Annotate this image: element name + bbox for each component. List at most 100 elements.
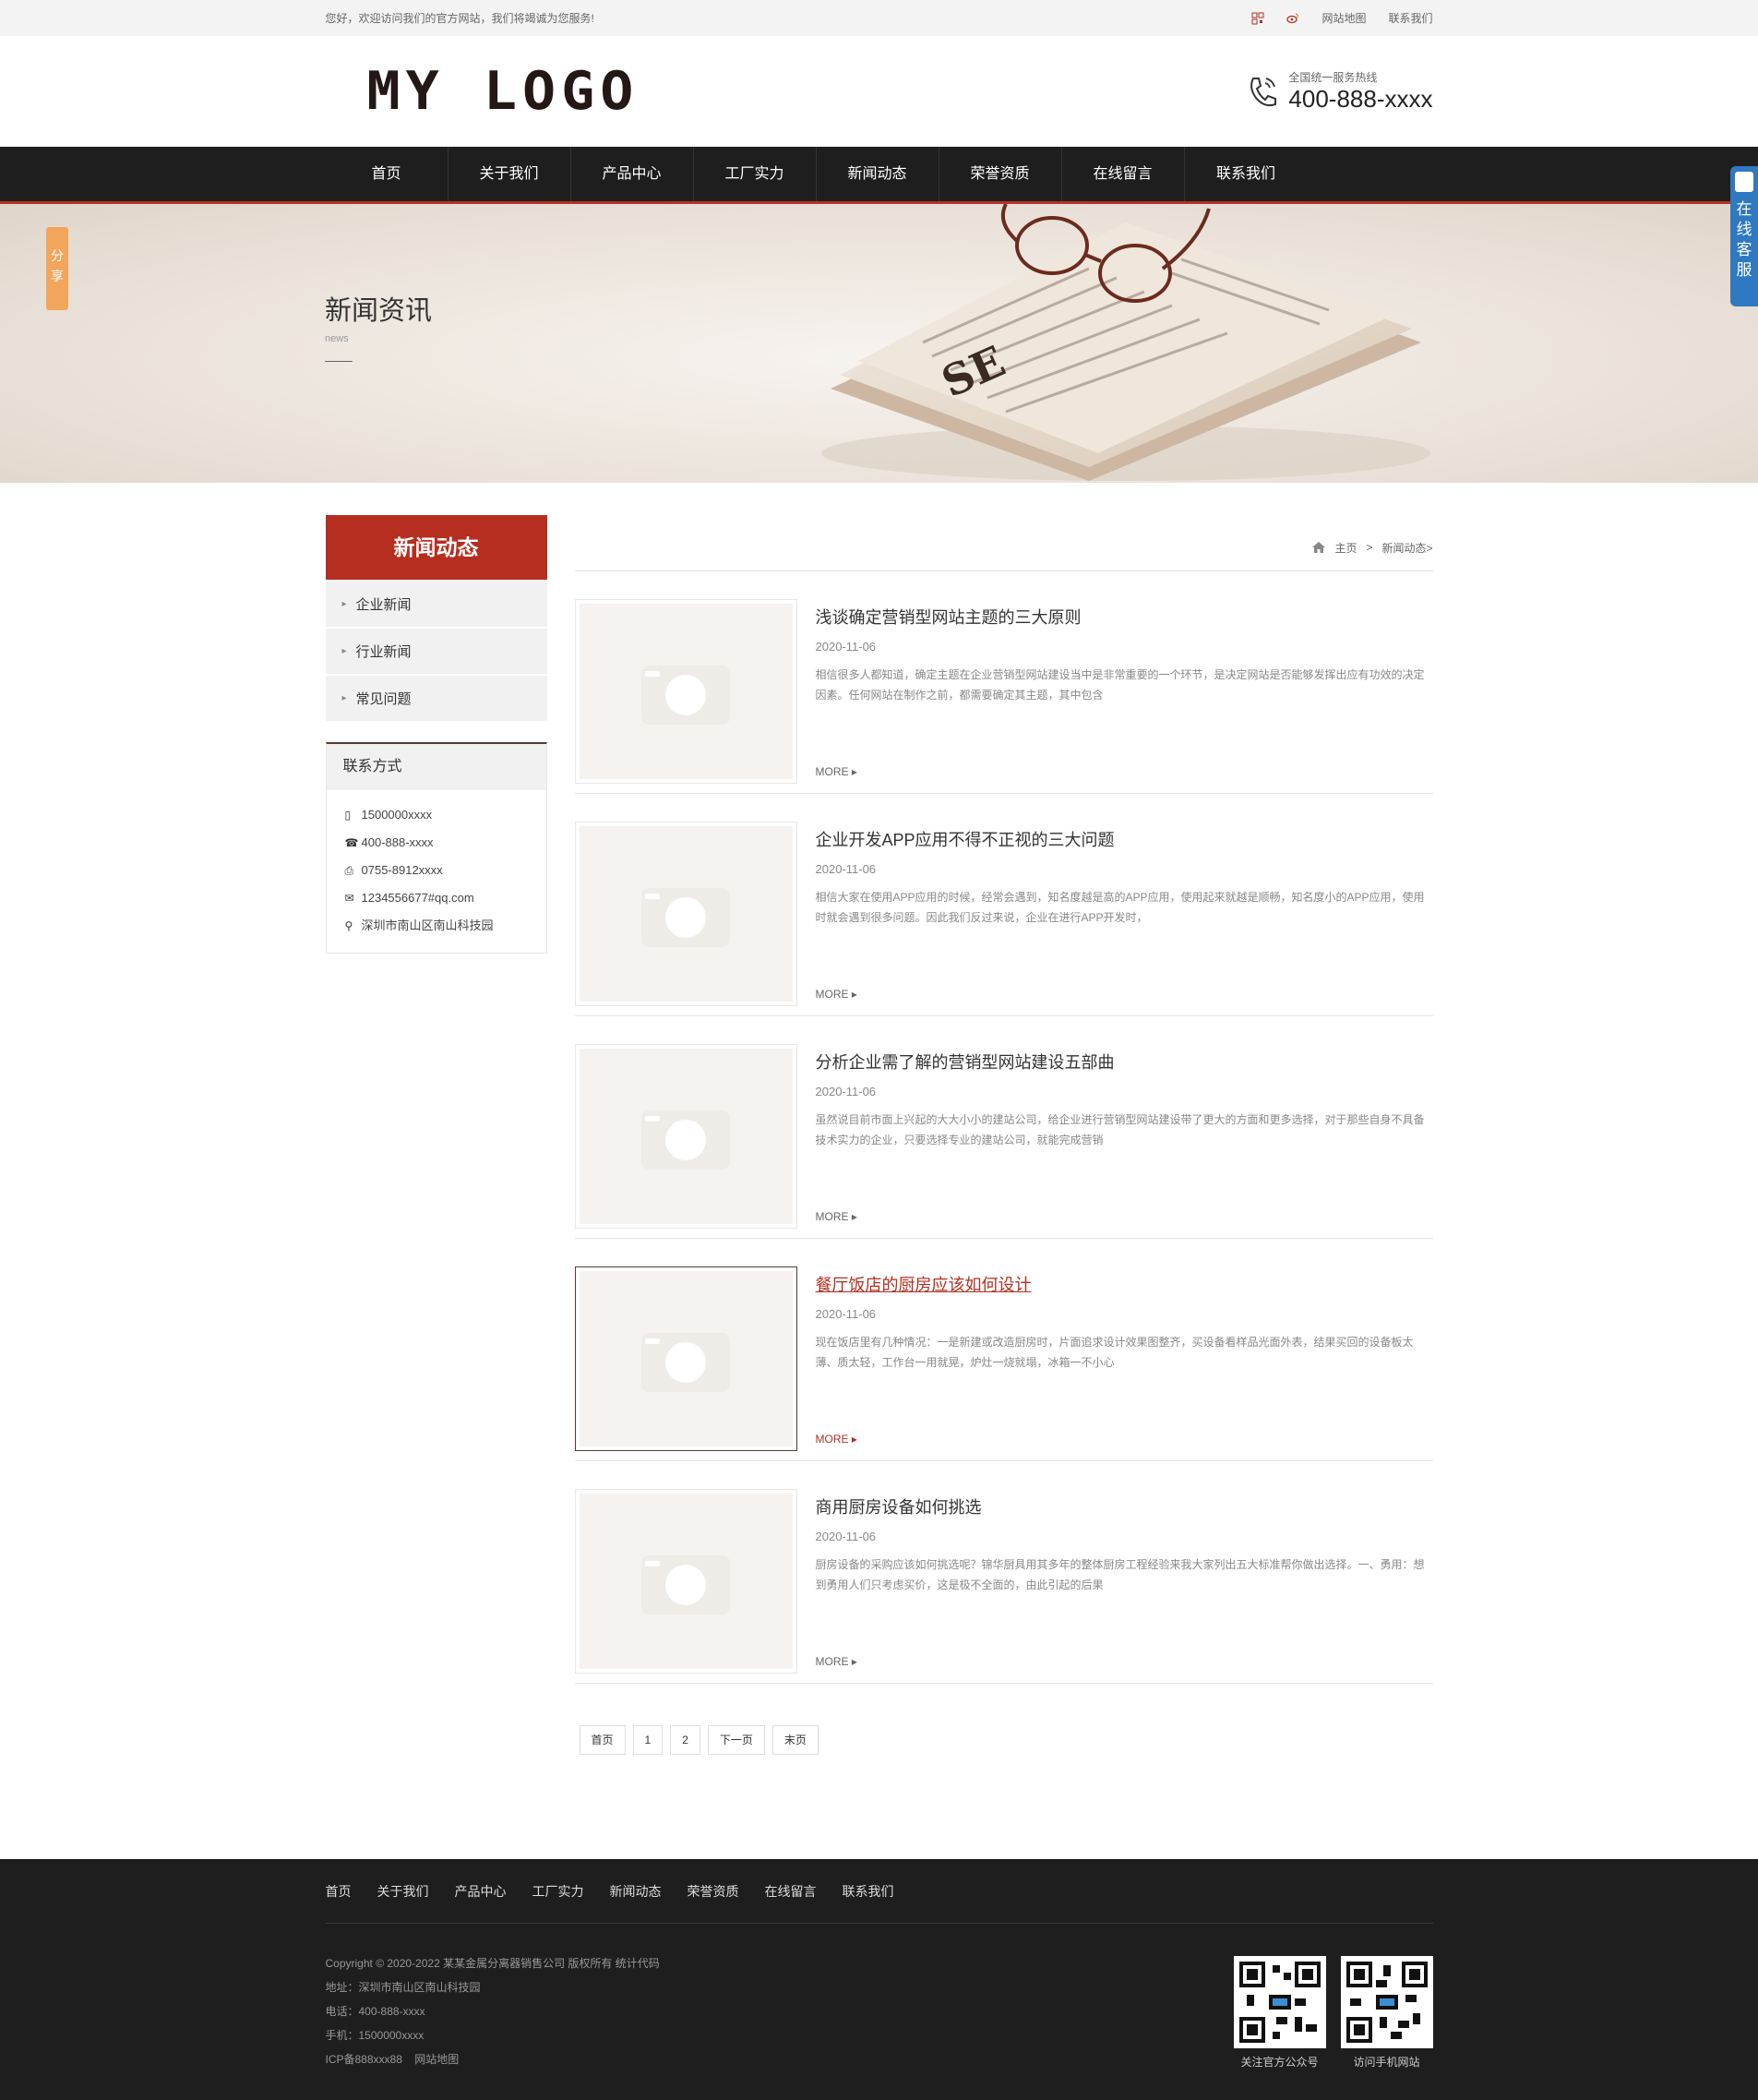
pager-page-1[interactable]: 1 xyxy=(632,1725,664,1755)
news-description: 相信很多人都知道，确定主题在企业营销型网站建设当中是非常重要的一个环节，是决定网… xyxy=(815,668,1425,702)
contact-mobile: ▯ 1500000xxxx xyxy=(345,801,546,829)
news-thumbnail[interactable] xyxy=(574,822,797,1006)
qr-official-account: 关注官方公众号 xyxy=(1233,1956,1326,2070)
sidebar-title: 新闻动态 xyxy=(325,515,547,580)
contact-box: 联系方式 ▯ 1500000xxxx ☎ 400-888-xxxx ⎙ 0755-89… xyxy=(325,742,547,954)
mobile-icon: ▯ xyxy=(344,809,352,822)
contact-fax-value: 0755-8912xxxx xyxy=(361,863,443,877)
weibo-icon[interactable] xyxy=(1286,12,1299,25)
nav-item-factory[interactable]: 工厂实力 xyxy=(694,147,817,201)
footer-nav: 首页 关于我们 产品中心 工厂实力 新闻动态 荣誉资质 在线留言 联系我们 xyxy=(325,1859,1433,1924)
home-icon xyxy=(1312,542,1326,553)
nav-item-about[interactable]: 关于我们 xyxy=(448,147,571,201)
contact-address: ⚲ 深圳市南山区南山科技园 xyxy=(345,912,546,940)
pager-first[interactable]: 首页 xyxy=(579,1725,626,1755)
footer-nav-products[interactable]: 产品中心 xyxy=(455,1882,507,1901)
hotline-label: 全国统一服务热线 xyxy=(1288,71,1378,84)
news-item-hovered[interactable]: 餐厅饭店的厨房应该如何设计 2020-11-06 现在饭店里有几种情况：一是新建… xyxy=(574,1239,1433,1461)
newspaper-illustration: SE xyxy=(821,204,1430,481)
nav-item-message[interactable]: 在线留言 xyxy=(1062,147,1185,201)
news-title[interactable]: 商用厨房设备如何挑选 xyxy=(816,1494,1433,1518)
qrcode-icon[interactable] xyxy=(1251,12,1264,25)
more-link[interactable]: MORE ▸ xyxy=(816,765,1433,778)
main-nav: 首页 关于我们 产品中心 工厂实力 新闻动态 荣誉资质 在线留言 联系我们 xyxy=(0,147,1758,204)
sidebar-item-label: 常见问题 xyxy=(355,691,412,707)
more-link[interactable]: MORE ▸ xyxy=(816,1655,1433,1668)
footer-icp[interactable]: ICP备888xxx88 xyxy=(326,2053,402,2066)
sidebar: 新闻动态 ▸ 企业新闻 ▸ 行业新闻 ▸ 常见问题 联系方式 ▯ 1500000xxxx… xyxy=(325,515,547,1755)
online-service-tab[interactable]: 在线客服 xyxy=(1730,166,1758,306)
news-item[interactable]: 企业开发APP应用不得不正视的三大问题 2020-11-06 相信大家在使用AP… xyxy=(574,794,1433,1016)
more-label: MORE xyxy=(815,765,849,778)
sidebar-item-faq[interactable]: ▸ 常见问题 xyxy=(325,676,547,721)
news-description: 厨房设备的采购应该如何挑选呢？锦华厨具用其多年的整体厨房工程经验来我大家列出五大… xyxy=(815,1558,1425,1591)
nav-item-news[interactable]: 新闻动态 xyxy=(817,147,939,201)
news-thumbnail[interactable] xyxy=(574,1489,797,1674)
contact-address-value: 深圳市南山区南山科技园 xyxy=(361,918,494,932)
breadcrumb-home[interactable]: 主页 xyxy=(1334,540,1357,556)
more-link[interactable]: MORE ▸ xyxy=(816,1210,1433,1223)
welcome-text: 您好，欢迎访问我们的官方网站，我们将竭诚为您服务! xyxy=(325,12,594,25)
caret-right-icon: ▸ xyxy=(851,1655,857,1668)
footer-nav-factory[interactable]: 工厂实力 xyxy=(532,1882,584,1901)
footer-nav-message[interactable]: 在线留言 xyxy=(765,1882,817,1901)
news-item[interactable]: 商用厨房设备如何挑选 2020-11-06 厨房设备的采购应该如何挑选呢？锦华厨… xyxy=(574,1461,1433,1684)
footer-nav-about[interactable]: 关于我们 xyxy=(377,1882,429,1901)
contact-email: ✉ 1234556677#qq.com xyxy=(345,884,546,912)
nav-item-honors[interactable]: 荣誉资质 xyxy=(939,147,1062,201)
caret-right-icon: ▸ xyxy=(851,1210,857,1223)
pager-page-2[interactable]: 2 xyxy=(670,1725,700,1755)
breadcrumb-current[interactable]: 新闻动态> xyxy=(1381,540,1432,556)
news-thumbnail[interactable] xyxy=(574,1266,797,1451)
sidebar-item-label: 行业新闻 xyxy=(355,644,412,660)
pagination: 首页 1 2 下一页 末页 xyxy=(579,1725,1433,1755)
sidebar-item-industry-news[interactable]: ▸ 行业新闻 xyxy=(325,629,547,674)
qr-mobile-site: 访问手机网站 xyxy=(1340,1956,1433,2070)
more-link[interactable]: MORE ▸ xyxy=(816,1433,1433,1446)
news-title[interactable]: 企业开发APP应用不得不正视的三大问题 xyxy=(816,827,1433,851)
news-item[interactable]: 分析企业需了解的营销型网站建设五部曲 2020-11-06 虽然说目前市面上兴起… xyxy=(574,1016,1433,1239)
nav-item-products[interactable]: 产品中心 xyxy=(571,147,694,201)
qrcode-icon xyxy=(1345,1962,1428,2043)
camera-placeholder-icon xyxy=(641,666,730,725)
share-tab[interactable]: 分享 xyxy=(46,227,68,310)
news-title[interactable]: 餐厅饭店的厨房应该如何设计 xyxy=(816,1272,1433,1296)
phone-icon: ☎ xyxy=(344,836,359,849)
news-title[interactable]: 浅谈确定营销型网站主题的三大原则 xyxy=(816,605,1433,629)
footer-nav-contact[interactable]: 联系我们 xyxy=(843,1882,894,1901)
news-item[interactable]: 浅谈确定营销型网站主题的三大原则 2020-11-06 相信很多人都知道，确定主… xyxy=(574,571,1433,794)
phone-icon xyxy=(1250,78,1277,107)
camera-placeholder-icon xyxy=(641,888,730,947)
caret-right-icon: ▸ xyxy=(851,988,857,1001)
pager-next[interactable]: 下一页 xyxy=(707,1725,765,1755)
more-label: MORE xyxy=(815,1655,849,1668)
qr-official-label: 关注官方公众号 xyxy=(1240,2056,1319,2069)
footer-info: Copyright © 2020-2022 某某金属分离器销售公司 版权所有 统… xyxy=(326,1924,1433,2071)
qr-mobile-label: 访问手机网站 xyxy=(1353,2056,1420,2069)
news-title[interactable]: 分析企业需了解的营销型网站建设五部曲 xyxy=(816,1050,1433,1074)
news-thumbnail[interactable] xyxy=(574,599,797,784)
sidebar-item-company-news[interactable]: ▸ 企业新闻 xyxy=(325,582,547,627)
more-label: MORE xyxy=(815,1433,849,1446)
nav-item-contact[interactable]: 联系我们 xyxy=(1185,147,1308,201)
nav-item-home[interactable]: 首页 xyxy=(326,147,448,201)
footer-sitemap[interactable]: 网站地图 xyxy=(414,2053,459,2066)
sidebar-item-label: 企业新闻 xyxy=(355,597,412,613)
footer-nav-news[interactable]: 新闻动态 xyxy=(610,1882,662,1901)
more-label: MORE xyxy=(815,988,849,1001)
site-logo[interactable]: MY LOGO xyxy=(367,61,640,123)
news-thumbnail[interactable] xyxy=(574,1044,797,1229)
more-link[interactable]: MORE ▸ xyxy=(816,988,1433,1001)
footer-nav-home[interactable]: 首页 xyxy=(326,1882,352,1901)
pager-last[interactable]: 末页 xyxy=(771,1725,819,1755)
topbar-contact-link[interactable]: 联系我们 xyxy=(1388,10,1432,26)
news-date: 2020-11-06 xyxy=(815,1085,877,1098)
location-pin-icon: ⚲ xyxy=(344,919,353,932)
arrow-right-icon: ▸ xyxy=(341,693,347,703)
topbar-sitemap-link[interactable]: 网站地图 xyxy=(1321,10,1366,26)
page-banner: 新闻资讯 news SE xyxy=(0,204,1758,483)
header: MY LOGO 全国统一服务热线 400-888-xxxx xyxy=(0,36,1758,147)
qrcode-icon xyxy=(1238,1962,1321,2043)
banner-subtitle: news xyxy=(325,333,349,344)
footer-nav-honors[interactable]: 荣誉资质 xyxy=(688,1882,739,1901)
